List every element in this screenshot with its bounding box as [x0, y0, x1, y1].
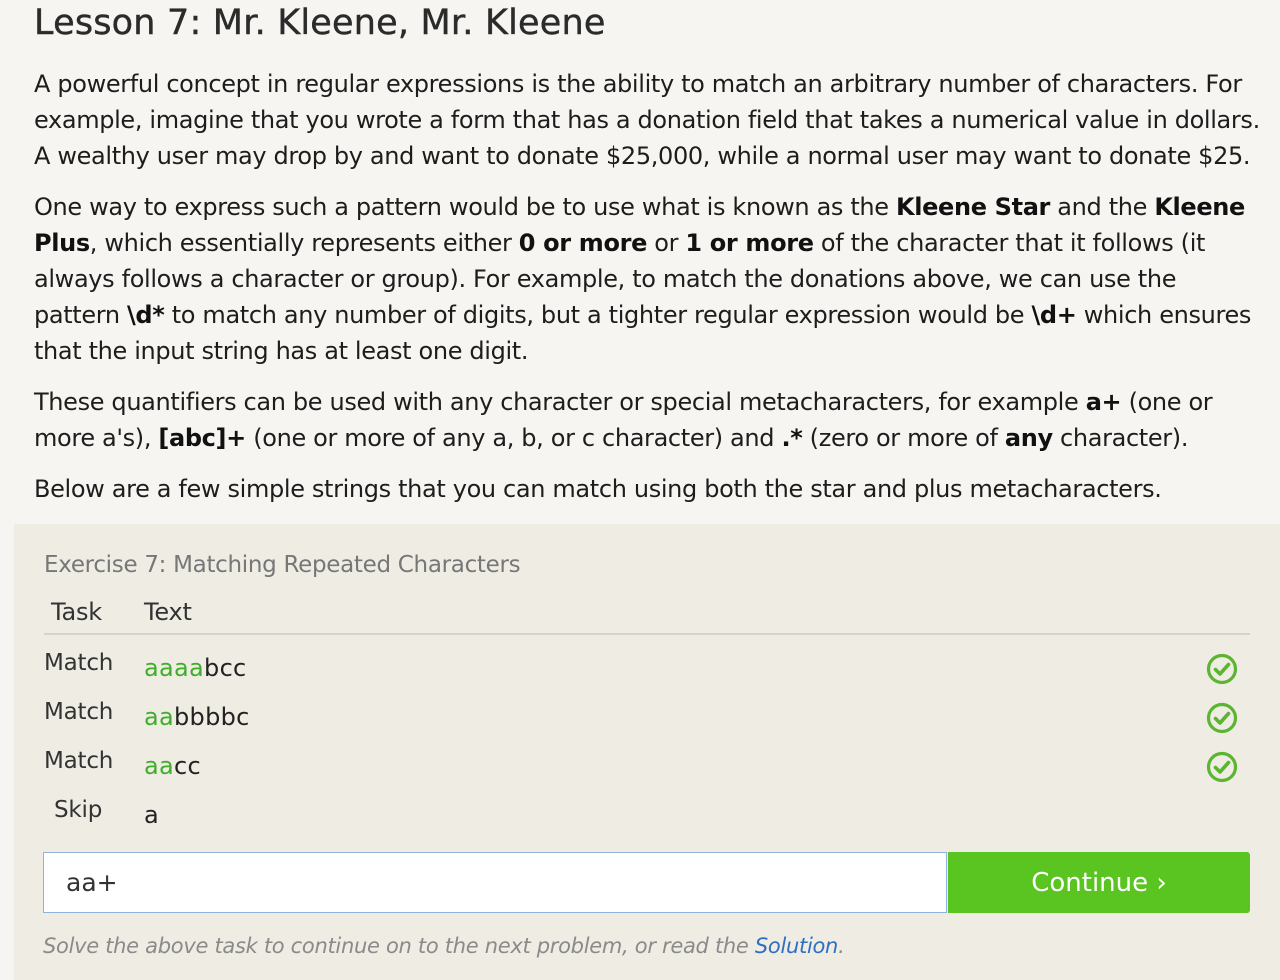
exercise-panel: Exercise 7: Matching Repeated Characters…	[14, 524, 1280, 980]
lesson-paragraph-2: One way to express such a pattern would …	[34, 189, 1264, 369]
task-text: aacc	[144, 752, 201, 780]
paragraph-text: character).	[1052, 424, 1189, 452]
task-type: Match	[44, 650, 114, 676]
solution-link[interactable]: Solution	[755, 934, 838, 958]
pattern-dot-star: .*	[781, 424, 803, 452]
term-one-or-more: 1 or more	[685, 229, 814, 257]
continue-button[interactable]: Continue ›	[948, 852, 1250, 913]
check-icon	[1206, 653, 1238, 685]
paragraph-text: , which essentially represents either	[89, 229, 519, 257]
task-text: aaaabcc	[144, 654, 247, 682]
paragraph-text: One way to express such a pattern would …	[34, 193, 896, 221]
column-header-task: Task	[51, 598, 102, 626]
paragraph-text: (one or more of any a, b, or c character…	[245, 424, 782, 452]
matched-text: aa	[144, 752, 175, 780]
pattern-a-plus: a+	[1085, 388, 1122, 416]
lesson-content: Lesson 7: Mr. Kleene, Mr. Kleene A power…	[34, 0, 1264, 503]
unmatched-text: a	[144, 801, 160, 829]
regex-answer-input[interactable]	[43, 852, 947, 913]
task-row: Match aabbbbc	[44, 699, 1250, 743]
unmatched-text: cc	[174, 752, 202, 780]
exercise-title: Exercise 7: Matching Repeated Characters	[44, 552, 521, 578]
paragraph-text: to match any number of digits, but a tig…	[164, 301, 1032, 329]
task-text: aabbbbc	[144, 703, 250, 731]
matched-text: aa	[144, 703, 175, 731]
lesson-paragraph-1: A powerful concept in regular expression…	[34, 70, 1260, 170]
paragraph-text: and the	[1050, 193, 1155, 221]
term-any: any	[1004, 424, 1053, 452]
task-type: Match	[44, 699, 114, 725]
term-zero-or-more: 0 or more	[518, 229, 648, 257]
header-divider	[44, 633, 1250, 635]
paragraph-text: or	[647, 229, 686, 257]
task-text: a	[144, 801, 159, 829]
column-header-text: Text	[144, 598, 192, 626]
check-icon	[1206, 751, 1238, 783]
task-row: Skip a	[44, 797, 1250, 841]
unmatched-text: bbbbc	[174, 703, 250, 731]
pattern-digit-plus: \d+	[1031, 301, 1077, 329]
hint-end: .	[838, 934, 845, 958]
task-row: Match aaaabcc	[44, 650, 1250, 694]
task-type: Skip	[54, 797, 103, 823]
lesson-paragraph-3: These quantifiers can be used with any c…	[34, 384, 1264, 456]
exercise-hint: Solve the above task to continue on to t…	[43, 934, 845, 958]
term-kleene-star: Kleene Star	[895, 193, 1051, 221]
matched-text: aaaa	[144, 654, 205, 682]
check-icon	[1206, 702, 1238, 734]
pattern-digit-star: \d*	[127, 301, 165, 329]
hint-text: Solve the above task to continue on to t…	[43, 934, 755, 958]
task-type: Match	[44, 748, 114, 774]
lesson-paragraph-4: Below are a few simple strings that you …	[34, 475, 1162, 503]
pattern-abc-plus: [abc]+	[158, 424, 246, 452]
unmatched-text: bcc	[204, 654, 247, 682]
page-title: Lesson 7: Mr. Kleene, Mr. Kleene	[34, 3, 606, 43]
task-row: Match aacc	[44, 748, 1250, 792]
paragraph-text: These quantifiers can be used with any c…	[34, 388, 1086, 416]
paragraph-text: (zero or more of	[802, 424, 1005, 452]
